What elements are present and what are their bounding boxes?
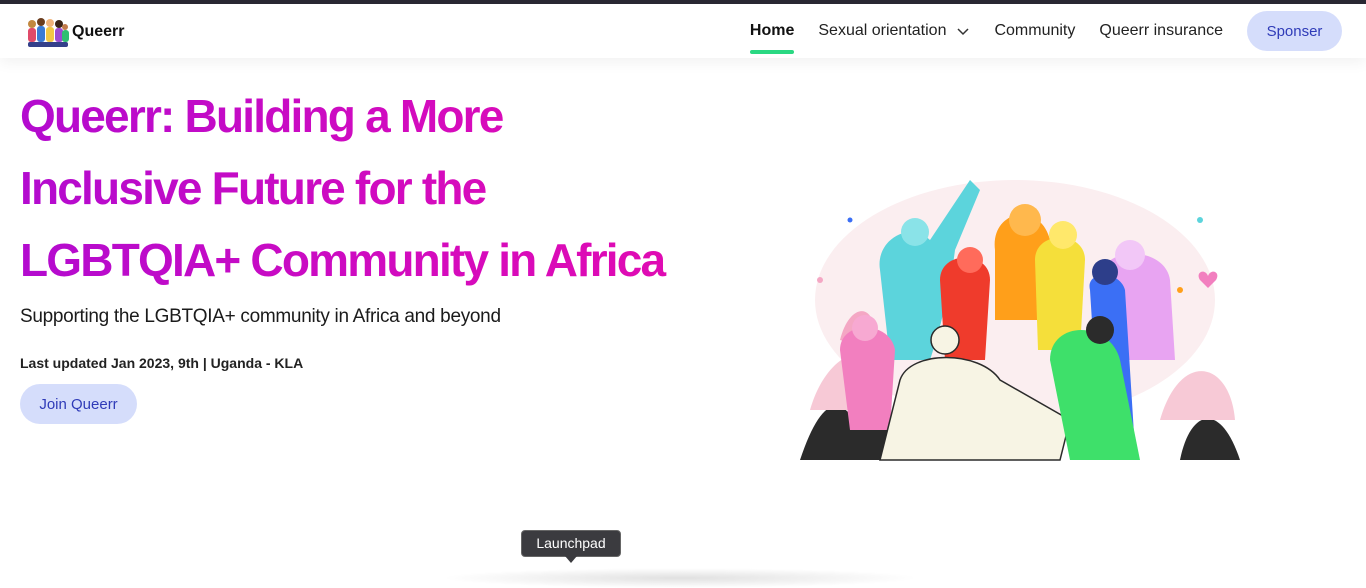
tooltip-arrow <box>565 556 577 563</box>
brand-name: Queerr <box>72 23 125 40</box>
nav-item-label: Sexual orientation <box>818 22 947 39</box>
people-group-logo-icon <box>28 18 69 47</box>
dock-shadow <box>440 568 920 588</box>
hero-title-line: LGBTQIA+ Community in Africa <box>20 234 665 286</box>
community-illustration <box>800 180 1240 461</box>
nav-item-sexual-orientation[interactable]: Sexual orientation <box>818 11 970 51</box>
nav-item-community[interactable]: Community <box>994 11 1075 51</box>
last-updated-text: Last updated Jan 2023, 9th | Uganda - KL… <box>20 355 304 371</box>
join-queerr-button[interactable]: Join Queerr <box>20 384 137 424</box>
nav-item-label: Home <box>749 22 795 39</box>
main-nav: Home Sexual orientation Community Queerr… <box>726 11 1342 54</box>
site-header: Queerr Home Sexual orientation Community… <box>0 4 1366 58</box>
hero-title-line: Inclusive Future for the <box>20 162 486 214</box>
nav-item-label: Queerr insurance <box>1099 22 1223 39</box>
hero-subtitle: Supporting the LGBTQIA+ community in Afr… <box>20 306 501 327</box>
hero-title: Queerr: Building a More Inclusive Future… <box>20 80 720 296</box>
chevron-down-icon <box>957 28 969 36</box>
nav-item-label: Community <box>994 22 1076 39</box>
launchpad-tooltip: Launchpad <box>521 530 621 557</box>
brand-logo[interactable]: Queerr <box>24 14 124 50</box>
nav-item-queerr-insurance[interactable]: Queerr insurance <box>1099 11 1223 51</box>
nav-item-home[interactable]: Home <box>749 11 795 54</box>
sponsor-button[interactable]: Sponser <box>1247 11 1342 51</box>
hero-title-line: Queerr: Building a More <box>20 90 503 142</box>
